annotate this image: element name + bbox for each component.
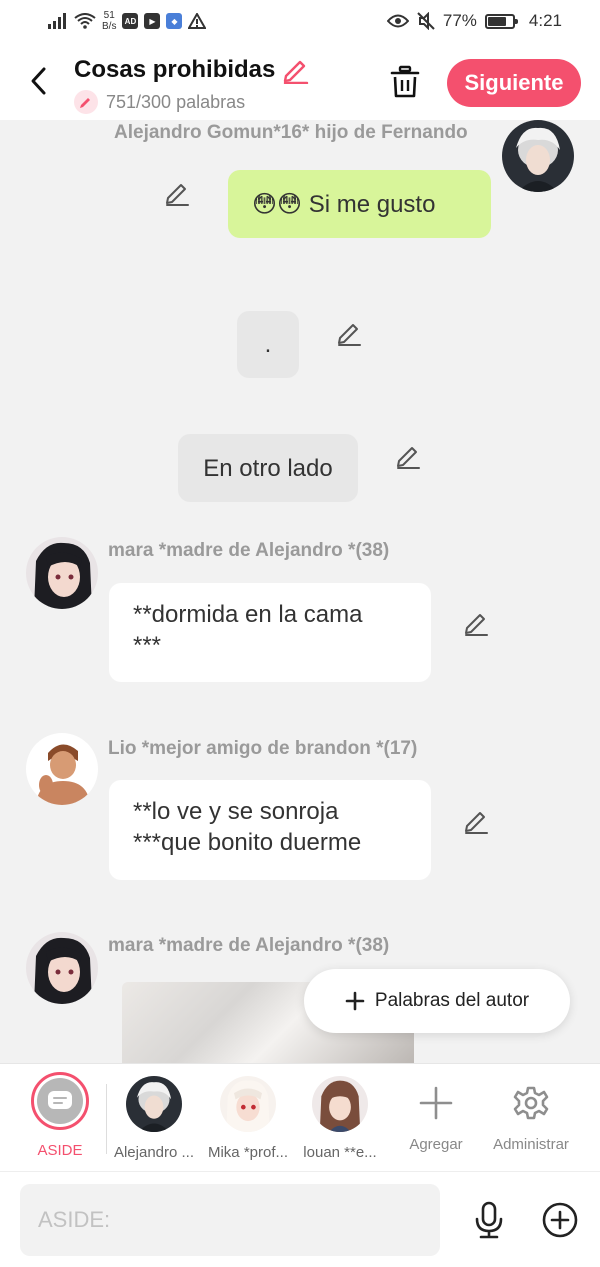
message-bubble[interactable]: **lo ve y se sonroja ***que bonito duerm… bbox=[109, 780, 431, 880]
edit-icon[interactable] bbox=[281, 56, 309, 84]
microphone-icon bbox=[475, 1201, 503, 1239]
character-label: Mika *prof... bbox=[207, 1144, 289, 1161]
eye-icon bbox=[386, 14, 409, 28]
aside-selected-ring bbox=[31, 1072, 89, 1130]
speaker-name: mara *madre de Alejandro *(38) bbox=[108, 540, 390, 561]
edit-message-button[interactable] bbox=[461, 608, 491, 638]
avatar-alejandro[interactable] bbox=[502, 120, 574, 192]
play-app-icon: ▶ bbox=[144, 13, 161, 29]
pencil-icon bbox=[465, 614, 488, 636]
pencil-icon bbox=[338, 324, 361, 346]
wifi-icon bbox=[74, 13, 96, 29]
warning-icon bbox=[188, 13, 207, 29]
clock: 4:21 bbox=[528, 11, 562, 30]
speaker-name: Alejandro Gomun*16* hijo de Fernando bbox=[114, 122, 468, 143]
back-icon bbox=[31, 67, 46, 95]
author-words-label: Palabras del autor bbox=[374, 990, 530, 1011]
net-speed-unit: B/s bbox=[102, 21, 117, 32]
word-count: 751/300 palabras bbox=[74, 90, 245, 114]
next-button[interactable]: Siguiente bbox=[447, 59, 581, 107]
message-line: **lo ve y se sonroja bbox=[133, 798, 339, 825]
character-label: ASIDE bbox=[37, 1142, 83, 1159]
character-aside[interactable]: ASIDE bbox=[10, 1072, 110, 1159]
header: Cosas prohibidas 751/300 palabras Siguie… bbox=[0, 46, 600, 120]
add-character-button[interactable]: Agregar bbox=[386, 1072, 486, 1153]
character-louan[interactable]: louan **e... bbox=[290, 1072, 390, 1161]
status-right: 77% 4:21 bbox=[386, 11, 562, 31]
input-bar bbox=[0, 1171, 600, 1267]
chat-bubble-icon bbox=[48, 1091, 72, 1109]
character-mika[interactable]: Mika *prof... bbox=[198, 1072, 298, 1161]
pencil-badge-icon bbox=[74, 90, 98, 114]
author-words-button[interactable]: Palabras del autor bbox=[304, 969, 570, 1033]
character-label: Alejandro ... bbox=[113, 1144, 195, 1161]
add-character-label: Agregar bbox=[409, 1136, 463, 1153]
status-left: 51 B/s AD ▶ ◆ bbox=[48, 10, 207, 32]
manage-characters-label: Administrar bbox=[493, 1136, 569, 1153]
narration-bubble[interactable]: En otro lado bbox=[178, 434, 358, 502]
edit-message-button[interactable] bbox=[334, 318, 364, 348]
character-alejandro[interactable]: Alejandro ... bbox=[104, 1072, 204, 1161]
avatar-louan bbox=[312, 1076, 368, 1132]
pencil-icon bbox=[166, 184, 189, 206]
signal-icon bbox=[48, 13, 66, 29]
edit-message-button[interactable] bbox=[393, 441, 423, 471]
avatar-mara[interactable] bbox=[26, 932, 98, 1004]
mute-icon bbox=[417, 12, 435, 30]
net-speed-value: 51 bbox=[103, 10, 115, 21]
trash-icon bbox=[390, 65, 420, 98]
avatar-mara[interactable] bbox=[26, 537, 98, 609]
aside-avatar bbox=[37, 1078, 83, 1124]
edit-message-button[interactable] bbox=[162, 178, 192, 208]
story-title[interactable]: Cosas prohibidas bbox=[74, 56, 309, 84]
edit-message-button[interactable] bbox=[461, 806, 491, 836]
shield-app-icon: ◆ bbox=[166, 13, 183, 29]
character-bar: ASIDE Alejandro ... Mika *prof... louan … bbox=[0, 1063, 600, 1171]
voice-button[interactable] bbox=[470, 1200, 508, 1240]
speaker-name: mara *madre de Alejandro *(38) bbox=[108, 935, 390, 956]
message-input[interactable] bbox=[20, 1184, 440, 1256]
ad-app-icon: AD bbox=[122, 13, 139, 29]
add-circle-icon bbox=[542, 1202, 578, 1238]
delete-button[interactable] bbox=[388, 64, 422, 100]
narration-text: . bbox=[264, 331, 272, 358]
avatar-alejandro bbox=[126, 1076, 182, 1132]
narration-bubble[interactable]: . bbox=[237, 311, 299, 378]
word-count-text: 751/300 palabras bbox=[106, 91, 246, 112]
plus-icon bbox=[345, 991, 365, 1011]
network-speed: 51 B/s bbox=[102, 10, 116, 32]
gear-icon bbox=[513, 1086, 549, 1120]
message-bubble[interactable]: **dormida en la cama *** bbox=[109, 583, 431, 682]
manage-characters-button[interactable]: Administrar bbox=[481, 1072, 581, 1153]
avatar-lio[interactable] bbox=[26, 733, 98, 805]
status-bar: 51 B/s AD ▶ ◆ 77% 4:21 bbox=[0, 0, 600, 46]
message-text: 😳😳 Si me gusto bbox=[252, 190, 436, 218]
pencil-icon bbox=[397, 447, 420, 469]
pencil-icon bbox=[465, 812, 488, 834]
narration-text: En otro lado bbox=[203, 454, 333, 482]
plus-icon bbox=[419, 1086, 453, 1120]
message-bubble[interactable]: 😳😳 Si me gusto bbox=[228, 170, 491, 238]
back-button[interactable] bbox=[24, 64, 52, 98]
message-line: **dormida en la cama bbox=[133, 601, 363, 628]
character-label: louan **e... bbox=[303, 1144, 377, 1161]
speaker-name: Lio *mejor amigo de brandon *(17) bbox=[108, 738, 418, 759]
battery-percent: 77% bbox=[442, 11, 477, 30]
message-line: ***que bonito duerme bbox=[133, 829, 362, 856]
add-attachment-button[interactable] bbox=[540, 1200, 580, 1240]
battery-icon bbox=[484, 13, 518, 29]
story-title-text: Cosas prohibidas bbox=[74, 56, 276, 83]
avatar-mika bbox=[220, 1076, 276, 1132]
message-line: *** bbox=[133, 632, 162, 659]
